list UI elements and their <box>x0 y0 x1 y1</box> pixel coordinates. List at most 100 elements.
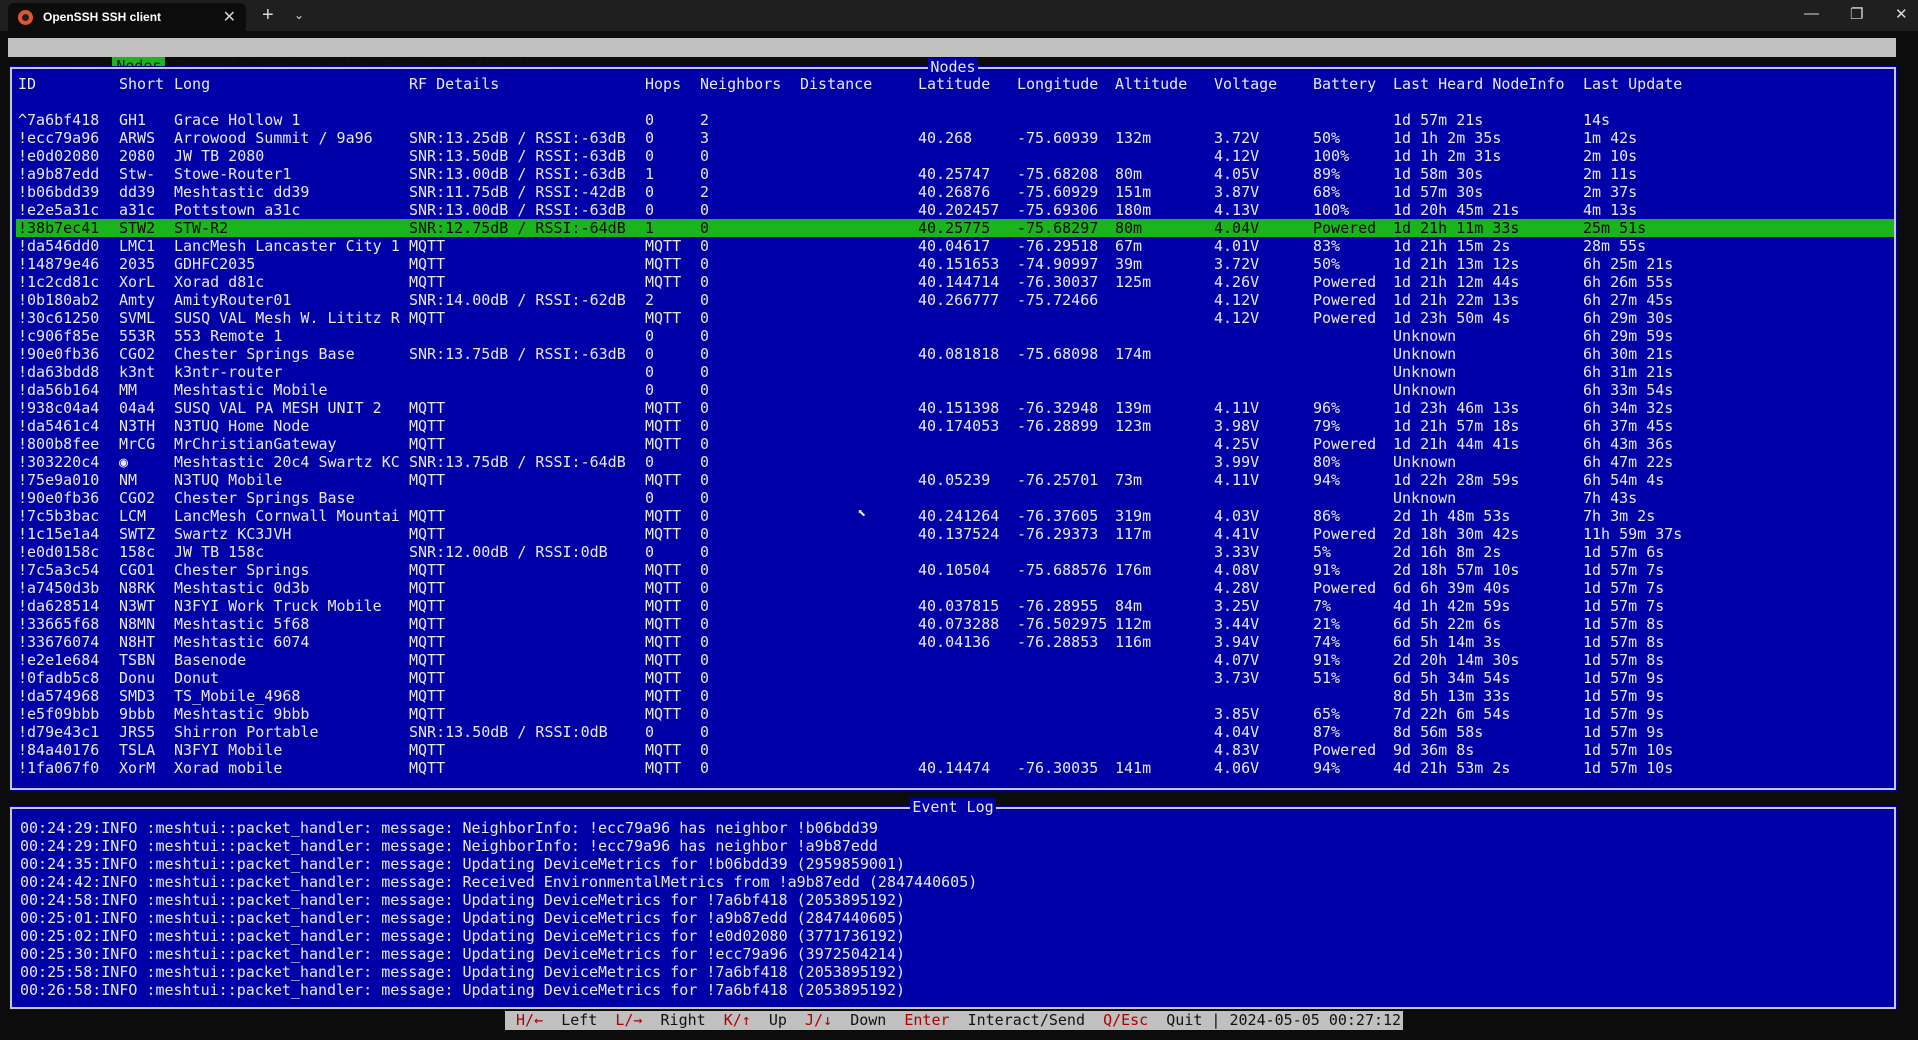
node-last-heard: 1d 21h 22m 13s <box>1393 291 1520 309</box>
table-row[interactable]: !da5461c4 N3TH N3TUQ Home Node MQTT MQTT 0 40.… <box>16 417 1894 435</box>
table-row[interactable]: !d79e43c1 JRS5 Shirron Portable SNR:13.50dB… <box>16 723 1894 741</box>
table-row[interactable]: !e2e1e684 TSBN Basenode MQTT MQTT 0 4.07V 91% 2d… <box>16 651 1894 669</box>
node-neighbors: 2 <box>700 111 710 129</box>
node-last-update: 1d 57m 6s <box>1583 543 1665 561</box>
table-row[interactable]: !0fadb5c8 Donu Donut MQTT MQTT 0 3.73V 51% 6d 5h… <box>16 669 1894 687</box>
node-long-name: Arrowood Summit / 9a96 <box>174 129 373 147</box>
table-row[interactable]: !38b7ec41 STW2 STW-R2 SNR:12.75dB / RSSI:-6… <box>16 219 1894 237</box>
node-long-name: Shirron Portable <box>174 723 319 741</box>
maximize-icon[interactable]: ❐ <box>1850 5 1863 23</box>
node-short-name: Amty <box>119 291 156 309</box>
nodes-table: ID Short Long RF Details Hops Neighbors … <box>16 75 1894 777</box>
table-row[interactable]: !800b8fee MrCG MrChristianGateway MQTT MQTT 0… <box>16 435 1894 453</box>
node-last-update: 6h 54m 4s <box>1583 471 1665 489</box>
table-row[interactable]: !0b180ab2 Amty AmityRouter01 SNR:14.00dB / … <box>16 291 1894 309</box>
node-short-name: N3WT <box>119 597 156 615</box>
table-row[interactable]: !7c5b3bac LCM LancMesh Cornwall Mountai MQT… <box>16 507 1894 525</box>
node-battery: 79% <box>1313 417 1341 435</box>
table-row[interactable]: !33665f68 N8MN Meshtastic 5f68 MQTT MQTT 0 40.… <box>16 615 1894 633</box>
table-row[interactable]: !da56b164 MM Meshtastic Mobile 0 0 Unknown 6h … <box>16 381 1894 399</box>
log-line: 00:24:29:INFO :meshtui::packet_handler: … <box>20 837 878 855</box>
node-neighbors: 0 <box>700 345 710 363</box>
node-last-heard: 1d 21h 12m 44s <box>1393 273 1520 291</box>
node-short-name: JRS5 <box>119 723 156 741</box>
node-long-name: Basenode <box>174 651 247 669</box>
node-hops: 0 <box>645 453 655 471</box>
table-row[interactable]: !1c15e1a4 SWTZ Swartz KC3JVH MQTT MQTT 0 40.13… <box>16 525 1894 543</box>
table-row[interactable]: !30c61250 SVML SUSQ VAL Mesh W. Lititz R MQ… <box>16 309 1894 327</box>
minimize-icon[interactable]: — <box>1804 5 1819 22</box>
table-row[interactable]: !303220c4 ◉ Meshtastic 20c4 Swartz KC SNR:1… <box>16 453 1894 471</box>
node-voltage: 3.33V <box>1214 543 1260 561</box>
node-neighbors: 0 <box>700 579 710 597</box>
table-row[interactable]: !a9b87edd Stw- Stowe-Router1 SNR:13.00dB / … <box>16 165 1894 183</box>
node-longitude: -76.28853 <box>1017 633 1099 651</box>
node-short-name: LCM <box>119 507 147 525</box>
node-neighbors: 0 <box>700 525 710 543</box>
table-row[interactable]: !da63bdd8 k3nt k3ntr-router 0 0 Unknown 6h 31m… <box>16 363 1894 381</box>
node-longitude: -76.29518 <box>1017 237 1099 255</box>
close-window-icon[interactable]: ✕ <box>1895 5 1908 23</box>
node-altitude: 176m <box>1115 561 1152 579</box>
table-row[interactable]: !e2e5a31c a31c Pottstown a31c SNR:13.00dB /… <box>16 201 1894 219</box>
log-line: 00:25:58:INFO :meshtui::packet_handler: … <box>20 963 906 981</box>
node-last-update: 6h 37m 45s <box>1583 417 1674 435</box>
table-row[interactable]: !a7450d3b N8RK Meshtastic 0d3b MQTT MQTT 0 4.2… <box>16 579 1894 597</box>
table-row[interactable]: !c906f85e 553R 553 Remote 1 0 0 Unknown 6h 29m… <box>16 327 1894 345</box>
table-row[interactable]: !e5f09bbb 9bbb Meshtastic 9bbb MQTT MQTT 0 3.8… <box>16 705 1894 723</box>
table-row[interactable]: !e0d02080 2080 JW TB 2080 SNR:13.50dB / RSS… <box>16 147 1894 165</box>
node-rf-details: MQTT <box>409 507 446 525</box>
tab-close-icon[interactable]: ✕ <box>223 7 236 27</box>
node-long-name: Meshtastic dd39 <box>174 183 310 201</box>
node-last-heard: 1d 57m 30s <box>1393 183 1484 201</box>
node-last-update: 7h 3m 2s <box>1583 507 1656 525</box>
node-latitude: 40.081818 <box>918 345 1000 363</box>
node-hops: MQTT <box>645 597 682 615</box>
table-row[interactable]: !da546dd0 LMC1 LancMesh Lancaster City 1 MQ… <box>16 237 1894 255</box>
node-short-name: MrCG <box>119 435 156 453</box>
table-row[interactable]: !b06bdd39 dd39 Meshtastic dd39 SNR:11.75dB … <box>16 183 1894 201</box>
node-neighbors: 0 <box>700 201 710 219</box>
node-neighbors: 0 <box>700 417 710 435</box>
tab-title: OpenSSH SSH client <box>43 10 162 24</box>
node-battery: 83% <box>1313 237 1341 255</box>
node-battery: Powered <box>1313 435 1377 453</box>
table-row[interactable]: !14879e46 2035 GDHFC2035 MQTT MQTT 0 40.151653… <box>16 255 1894 273</box>
node-latitude: 40.10504 <box>918 561 991 579</box>
table-row[interactable]: !e0d0158c 158c JW TB 158c SNR:12.00dB / RSS… <box>16 543 1894 561</box>
table-row[interactable]: ^7a6bf418 GH1 Grace Hollow 1 0 2 1d 57m 21s 14… <box>16 111 1894 129</box>
node-id: !14879e46 <box>18 255 100 273</box>
node-voltage: 3.98V <box>1214 417 1260 435</box>
node-last-update: 6h 31m 21s <box>1583 363 1674 381</box>
node-voltage: 3.72V <box>1214 129 1260 147</box>
node-latitude: 40.151653 <box>918 255 1000 273</box>
table-row[interactable]: !7c5a3c54 CGO1 Chester Springs MQTT MQTT 0 40.… <box>16 561 1894 579</box>
table-row[interactable]: !84a40176 TSLA N3FYI Mobile MQTT MQTT 0 4.83V P… <box>16 741 1894 759</box>
node-last-update: 6h 25m 21s <box>1583 255 1674 273</box>
table-row[interactable]: !da574968 SMD3 TS_Mobile_4968 MQTT MQTT 0 8d 5… <box>16 687 1894 705</box>
node-id: !75e9a010 <box>18 471 100 489</box>
new-tab-icon[interactable]: + <box>262 4 274 27</box>
terminal-tab[interactable]: OpenSSH SSH client ✕ <box>8 3 246 31</box>
table-row[interactable]: !90e0fb36 CGO2 Chester Springs Base 0 0 Unkno… <box>16 489 1894 507</box>
node-voltage: 3.87V <box>1214 183 1260 201</box>
table-row[interactable]: !90e0fb36 CGO2 Chester Springs Base SNR:13.… <box>16 345 1894 363</box>
table-row[interactable]: !1c2cd81c XorL Xorad d81c MQTT MQTT 0 40.14471… <box>16 273 1894 291</box>
table-row[interactable]: !33676074 N8HT Meshtastic 6074 MQTT MQTT 0 40.… <box>16 633 1894 651</box>
node-voltage: 4.01V <box>1214 237 1260 255</box>
node-rf-details: MQTT <box>409 759 446 777</box>
shortcut-label: Right <box>660 1011 706 1029</box>
table-row[interactable]: !938c04a4 04a4 SUSQ VAL PA MESH UNIT 2 MQTT… <box>16 399 1894 417</box>
table-row[interactable]: !ecc79a96 ARWS Arrowood Summit / 9a96 SNR:1… <box>16 129 1894 147</box>
table-row[interactable]: !1fa067f0 XorM Xorad mobile MQTT MQTT 0 40.144… <box>16 759 1894 777</box>
node-last-heard: 2d 16h 8m 2s <box>1393 543 1502 561</box>
table-row[interactable]: !da628514 N3WT N3FYI Work Truck Mobile MQTT… <box>16 597 1894 615</box>
node-battery: Powered <box>1313 741 1377 759</box>
node-last-heard: 1d 1h 2m 35s <box>1393 129 1502 147</box>
node-battery: Powered <box>1313 309 1377 327</box>
table-row[interactable]: !75e9a010 NM N3TUQ Mobile MQTT MQTT 0 40.05239… <box>16 471 1894 489</box>
node-id: !c906f85e <box>18 327 100 345</box>
node-last-heard: 8d 56m 58s <box>1393 723 1484 741</box>
node-voltage: 4.12V <box>1214 147 1260 165</box>
chevron-down-icon[interactable]: ⌄ <box>294 8 304 22</box>
